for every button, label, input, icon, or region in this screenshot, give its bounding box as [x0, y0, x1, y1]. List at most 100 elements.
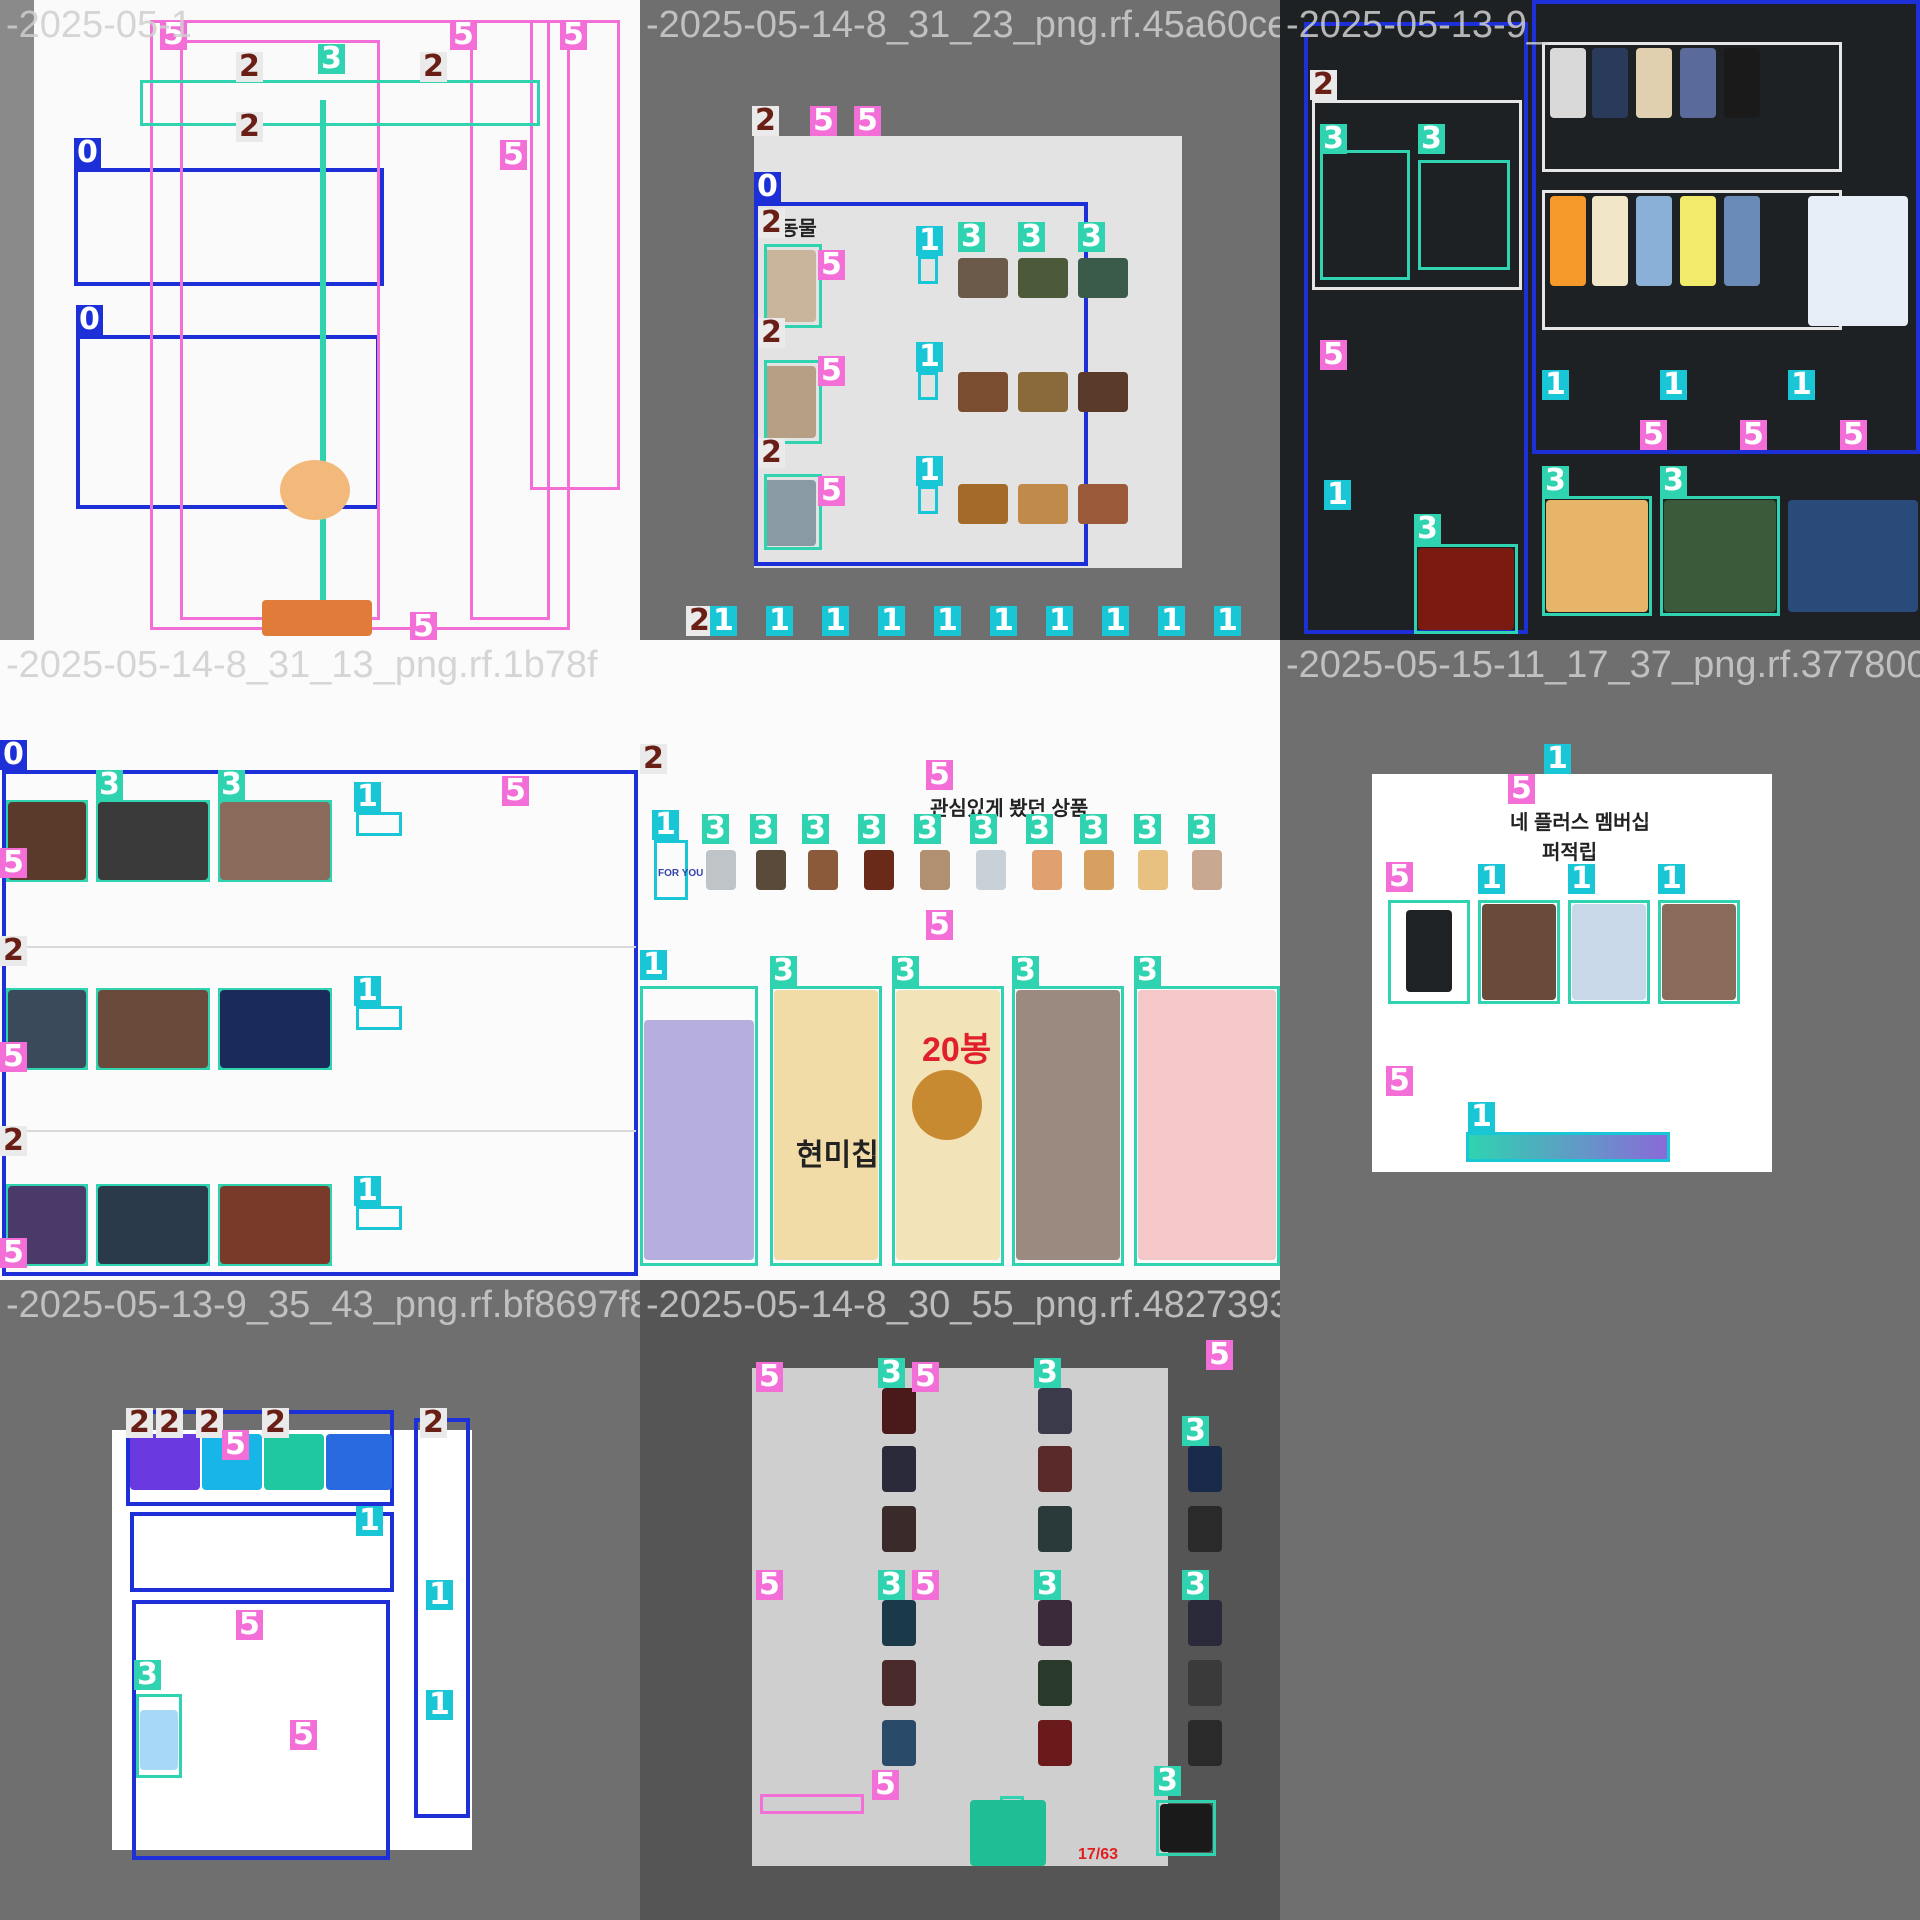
poster-image	[1160, 1804, 1212, 1852]
label-5: 5	[1508, 774, 1535, 804]
bbox-class-1	[918, 486, 938, 514]
product-image	[756, 850, 786, 890]
product-image	[280, 460, 350, 520]
label-3: 3	[96, 770, 123, 800]
label-3: 3	[1154, 1766, 1181, 1796]
label-1: 1	[916, 342, 943, 372]
product-image	[706, 850, 736, 890]
label-2: 2	[758, 318, 785, 348]
label-2: 2	[758, 208, 785, 238]
mosaic-tile-3: -2025-05-13-9_ 2 3 3 3 3 3 1 1 1 1 5 5 5…	[1280, 0, 1920, 640]
mosaic-tile-8: -2025-05-14-8_30_55_png.rf.4827393 3 3 3…	[640, 1280, 1280, 1920]
tile-title: -2025-05-15-11_17_37_png.rf.377800	[1286, 644, 1920, 686]
label-5: 5	[912, 1362, 939, 1392]
poster-image	[1038, 1446, 1072, 1492]
page-counter: 17/63	[1078, 1846, 1119, 1863]
label-5: 5	[410, 612, 437, 640]
product-image	[1018, 484, 1068, 524]
label-1: 1	[1102, 606, 1129, 636]
product-image	[1078, 372, 1128, 412]
product-image	[1138, 990, 1276, 1260]
product-image	[1018, 258, 1068, 298]
product-image	[1636, 48, 1672, 118]
label-1: 1	[354, 782, 381, 812]
product-image	[1636, 196, 1672, 286]
label-2: 2	[196, 1408, 223, 1438]
product-image	[1550, 196, 1586, 286]
label-1: 1	[1214, 606, 1241, 636]
label-1: 1	[354, 976, 381, 1006]
product-image	[140, 1710, 178, 1770]
label-5: 5	[500, 140, 527, 170]
poster-image	[220, 990, 330, 1068]
label-2: 2	[1310, 70, 1337, 100]
bbox-class-3	[1418, 160, 1510, 270]
label-1: 1	[652, 810, 679, 840]
tile-title: -2025-05-13-9_35_43_png.rf.bf8697f84	[6, 1284, 640, 1326]
label-2: 2	[0, 1126, 27, 1156]
label-2: 2	[156, 1408, 183, 1438]
label-1: 1	[878, 606, 905, 636]
label-2: 2	[686, 606, 713, 636]
banner-image	[264, 1434, 324, 1490]
section-heading: 관심있게 봤던 상품	[930, 798, 1089, 820]
label-1: 1	[1158, 606, 1185, 636]
poster-image	[1038, 1660, 1072, 1706]
label-5: 5	[560, 20, 587, 50]
product-image	[920, 850, 950, 890]
label-1: 1	[766, 606, 793, 636]
label-3: 3	[1414, 514, 1441, 544]
bbox-class-1	[356, 812, 402, 836]
poster-image	[220, 1186, 330, 1264]
label-1: 1	[710, 606, 737, 636]
label-2: 2	[758, 438, 785, 468]
bbox-class-5	[180, 40, 380, 620]
product-image	[1808, 196, 1908, 326]
product-image	[808, 850, 838, 890]
bbox-class-1	[918, 256, 938, 284]
label-3: 3	[1018, 222, 1045, 252]
label-1: 1	[354, 1176, 381, 1206]
label-5: 5	[872, 1770, 899, 1800]
label-5: 5	[926, 760, 953, 790]
product-image	[958, 372, 1008, 412]
bbox-class-0	[130, 1512, 394, 1592]
label-1: 1	[916, 456, 943, 486]
label-5: 5	[450, 20, 477, 50]
label-3: 3	[318, 44, 345, 74]
label-1: 1	[1544, 744, 1571, 774]
label-1: 1	[640, 950, 667, 980]
label-0: 0	[0, 740, 27, 770]
label-5: 5	[756, 1362, 783, 1392]
label-5: 5	[502, 776, 529, 806]
divider	[6, 1130, 636, 1132]
product-image	[958, 258, 1008, 298]
label-1: 1	[426, 1580, 453, 1610]
bbox-class-3	[764, 474, 822, 550]
video-thumbnail	[1418, 548, 1514, 630]
label-3: 3	[1134, 814, 1161, 844]
screenshot-thumbnail	[752, 1368, 1168, 1866]
poster-image	[1188, 1720, 1222, 1766]
bbox-class-5[interactable]	[760, 1794, 864, 1814]
mosaic-tile-1: -2025-05-1 0 0 2 2 2 3 5 5 5 5 5	[0, 0, 640, 640]
label-3: 3	[1418, 124, 1445, 154]
poster-image	[1188, 1660, 1222, 1706]
poster-image	[1188, 1600, 1222, 1646]
product-image	[1572, 904, 1646, 1000]
label-3: 3	[218, 770, 245, 800]
poster-image	[1188, 1446, 1222, 1492]
label-2: 2	[126, 1408, 153, 1438]
poster-image	[98, 990, 208, 1068]
bbox-class-1[interactable]	[1466, 1132, 1670, 1162]
mosaic-tile-9	[1280, 1280, 1920, 1920]
video-thumbnail	[1788, 500, 1918, 612]
bbox-class-0	[414, 1418, 470, 1818]
label-2: 2	[640, 744, 667, 774]
tile-title: -2025-05-14-8_31_13_png.rf.1b78f	[6, 644, 598, 686]
label-3: 3	[958, 222, 985, 252]
label-0: 0	[76, 305, 103, 335]
label-2: 2	[420, 52, 447, 82]
for-you-badge[interactable]: FOR YOU	[658, 868, 703, 879]
mosaic-tile-4: -2025-05-14-8_31_13_png.rf.1b78f 0 3 3 1…	[0, 640, 640, 1280]
